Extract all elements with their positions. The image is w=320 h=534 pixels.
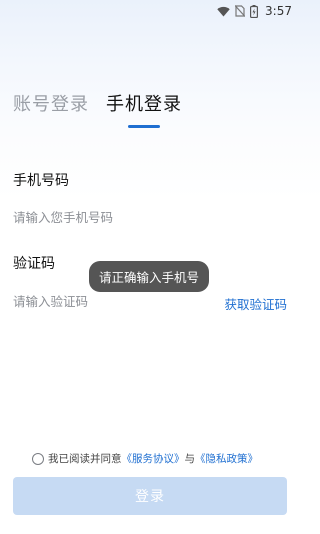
status-time: 3:57	[265, 4, 292, 18]
phone-label: 手机号码	[13, 173, 69, 189]
phone-input[interactable]	[13, 205, 283, 229]
wifi-icon	[217, 6, 230, 17]
agree-checkbox[interactable]	[32, 452, 44, 465]
code-input[interactable]	[13, 289, 213, 313]
tab-phone-login-label: 手机登录	[106, 94, 182, 115]
battery-charging-icon	[250, 4, 259, 18]
active-tab-indicator	[128, 125, 160, 128]
service-agreement-link[interactable]: 《服务协议》	[122, 451, 185, 466]
no-sim-icon	[235, 5, 246, 17]
tab-account-login-label: 账号登录	[13, 94, 89, 115]
login-button[interactable]: 登录	[13, 477, 287, 515]
toast-message: 请正确输入手机号	[89, 261, 210, 292]
tab-phone-login[interactable]: 手机登录	[106, 90, 182, 128]
agreement-prefix: 我已阅读并同意	[48, 453, 122, 465]
tab-account-login[interactable]: 账号登录	[13, 90, 89, 116]
agreement-and-text: 与	[184, 453, 196, 465]
status-bar: 3:57	[0, 0, 300, 22]
get-code-button[interactable]: 获取验证码	[224, 294, 287, 313]
privacy-policy-link[interactable]: 《隐私政策》	[195, 451, 258, 466]
agreement-row: 我已阅读并同意 《服务协议》 与 《隐私政策》	[32, 451, 258, 466]
code-label: 验证码	[13, 256, 55, 272]
login-tabs: 账号登录 手机登录	[13, 90, 182, 128]
